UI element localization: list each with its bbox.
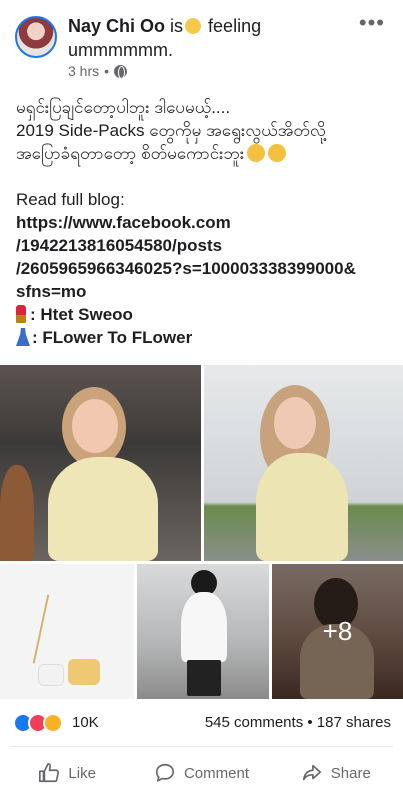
activity-prefix: is [170,16,184,36]
comment-label: Comment [183,764,249,782]
post-line-3: အပြောခံရတာတော့ စိတ်မကောင်းဘူး [16,142,396,165]
action-bar: Like Comment Share [0,755,403,791]
photo-4-coat [181,592,227,662]
comments-shares-count[interactable]: 545 comments • 187 shares [205,714,391,731]
like-button[interactable]: Like [0,755,134,791]
lipstick-icon [16,305,26,323]
wow-reaction-icon [43,713,63,733]
reaction-count[interactable]: 10K [72,714,99,731]
photo-2[interactable] [204,365,403,561]
author-name[interactable]: Nay Chi Oo [68,16,165,36]
photo-1-outfit [48,457,158,561]
reaction-icons[interactable] [13,713,63,733]
comment-icon [155,763,175,782]
photo-5[interactable]: +8 [272,564,403,699]
credit-line-2: : FLower To FLower [16,326,396,349]
photo-4[interactable] [137,564,269,699]
credit-line-1: : Htet Sweoo [16,303,396,326]
photo-2-outfit [256,453,348,561]
more-options-icon[interactable]: ••• [359,10,385,36]
comment-button[interactable]: Comment [134,755,268,791]
post-text: မရှင်းပြချင်တော့ပါဘူး ဒါပေမယ့်.... 2019 … [16,96,396,349]
blog-link-2[interactable]: /1942213816054580/posts [16,234,396,257]
bag-strap [32,594,50,664]
post-header: Nay Chi Oo is feeling ummmmmm. 3 hrs • •… [0,0,403,90]
post-meta: 3 hrs • [68,63,128,79]
photo-1-side-person [0,465,34,561]
photo-3[interactable] [0,564,134,699]
credit-1-text: : Htet Sweoo [30,305,133,324]
photo-grid: +8 [0,365,403,699]
blog-link-4[interactable]: sfns=mo [16,280,396,303]
author-avatar[interactable] [15,16,57,58]
smile-emoji-icon [185,18,202,34]
blog-link-1[interactable]: https://www.facebook.com [16,211,396,234]
dot-separator: • [104,63,110,79]
photo-1[interactable] [0,365,201,561]
blog-link-3[interactable]: /2605965966346025?s=100003338399000& [16,257,396,280]
thumbs-up-icon [39,763,60,783]
photo-4-pants [187,660,221,696]
credit-2-text: : FLower To FLower [32,328,193,347]
dress-icon [16,328,30,346]
photo-1-face [72,399,118,453]
post-line-3-text: အပြောခံရတာတော့ စိတ်မကောင်းဘူး [16,144,245,163]
more-photos-count: +8 [322,616,353,646]
yellow-bag [68,659,100,685]
post-line-2: 2019 Side-Packs တွေကိုမှ အရွေးလွယ်အိတ်လိ… [16,121,326,140]
globe-icon [114,64,128,79]
raised-eyebrow-emoji-icon [268,144,287,162]
white-bag [38,664,64,686]
author-line: Nay Chi Oo is feeling ummmmmm. [68,14,358,62]
more-photos-overlay[interactable]: +8 [272,564,403,699]
post-time[interactable]: 3 hrs [68,63,99,79]
read-label: Read full blog: [16,190,125,209]
share-button[interactable]: Share [269,755,403,791]
post-line-1: မရှင်းပြချင်တော့ပါဘူး ဒါပေမယ့်.... [16,98,231,117]
photo-2-face [274,397,316,449]
expressionless-emoji-icon [247,144,266,162]
divider [10,746,393,747]
reactions-bar: 10K 545 comments • 187 shares [0,708,403,738]
share-label: Share [330,764,371,782]
like-label: Like [68,764,96,782]
share-arrow-icon [302,764,321,781]
